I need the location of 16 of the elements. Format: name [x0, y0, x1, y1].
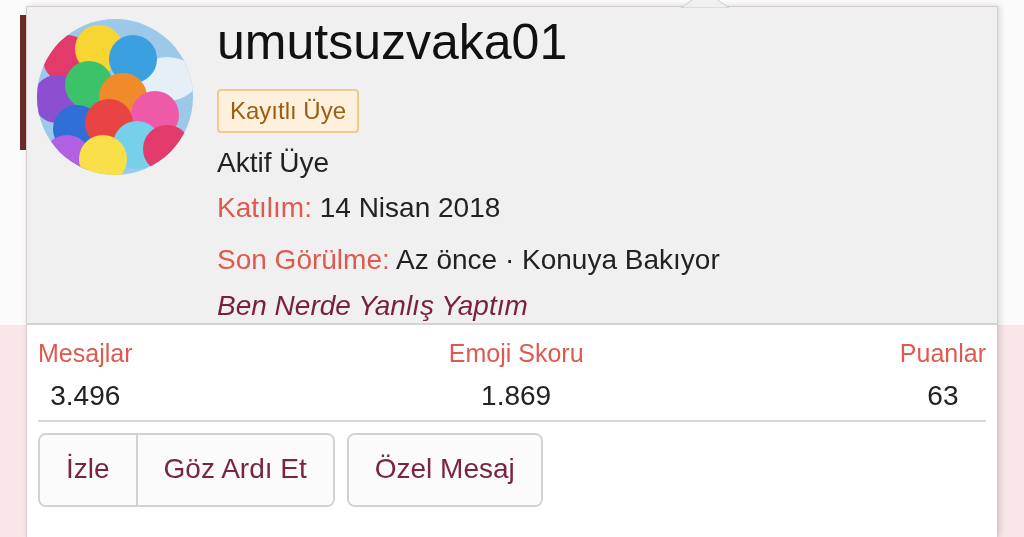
- stat-label: Mesajlar: [38, 339, 133, 368]
- thread-link[interactable]: Ben Nerde Yanlış Yaptım: [217, 290, 528, 321]
- stat-label: Puanlar: [899, 339, 986, 368]
- user-title: Aktif Üye: [217, 147, 331, 179]
- role-badge: Kayıtlı Üye: [217, 89, 360, 133]
- detail-value: 14 Nisan 2018: [319, 192, 501, 223]
- stat-label: Emoji Skoru: [448, 339, 584, 368]
- action-button[interactable]: Özel Mesaj: [348, 435, 541, 505]
- stat-value: 3.496: [50, 380, 121, 412]
- detail-label: Katılım:: [217, 192, 312, 223]
- detail-label: Son Görülme:: [217, 244, 390, 275]
- stat-value: 1.869: [481, 380, 552, 412]
- action-button[interactable]: Göz Ardı Et: [135, 435, 333, 505]
- username[interactable]: umutsuzvaka01: [217, 17, 967, 67]
- detail-value: Az önce · Konuya Bakıyor: [396, 244, 720, 275]
- stat-value: 63: [927, 380, 959, 412]
